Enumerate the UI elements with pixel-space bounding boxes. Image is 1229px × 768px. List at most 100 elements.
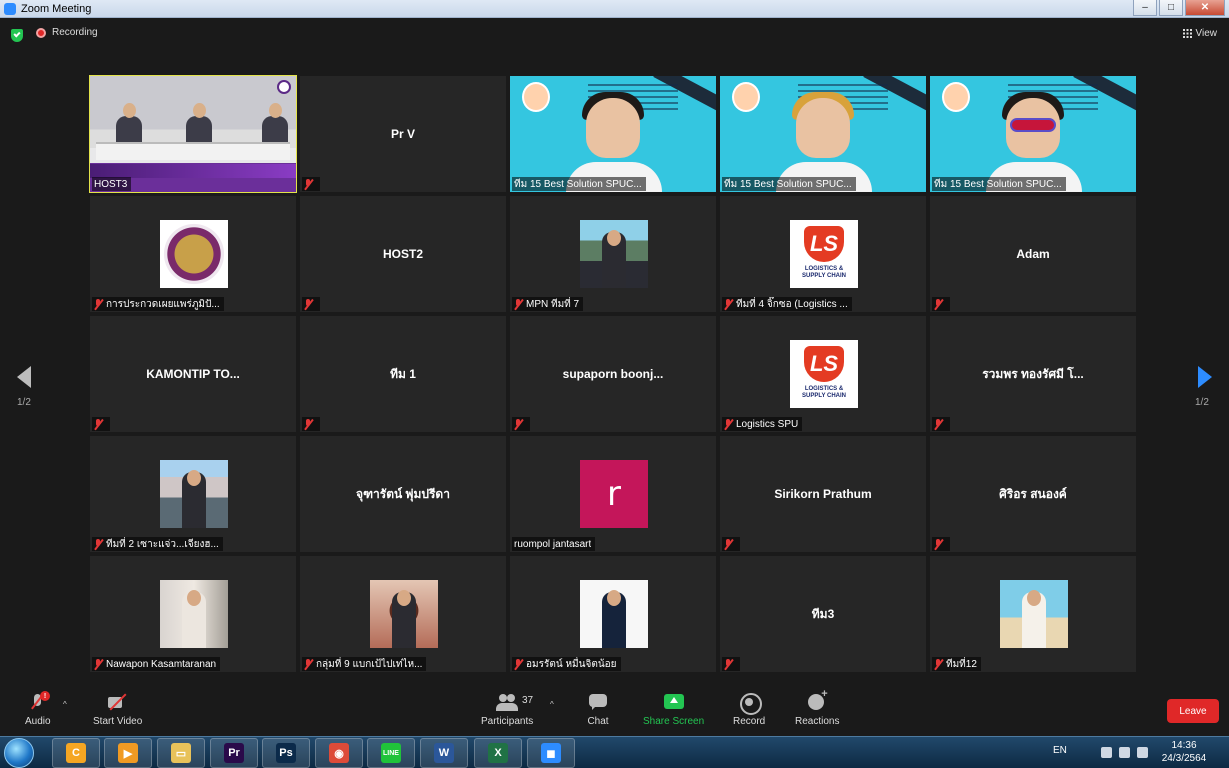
taskbar-app-photoshop[interactable]: Ps <box>262 738 310 768</box>
participant-tile[interactable]: Nawapon Kasamtaranan <box>90 556 296 672</box>
taskbar-app-media-player[interactable]: ▶ <box>104 738 152 768</box>
taskbar-app-chrome[interactable]: ◉ <box>315 738 363 768</box>
participant-tile[interactable]: ทีม 15 Best Solution SPUC... <box>510 76 716 192</box>
participant-tile[interactable]: supaporn boonj... <box>510 316 716 432</box>
participant-tile[interactable]: รวมพร ทองรัศมี โ... <box>930 316 1136 432</box>
photoshop-icon: Ps <box>276 743 296 763</box>
view-button[interactable]: View <box>1182 28 1217 39</box>
muted-mic-icon <box>724 538 733 550</box>
ccleaner-icon: C <box>66 743 86 763</box>
taskbar-app-file-explorer[interactable]: ▭ <box>157 738 205 768</box>
clock-date: 24/3/2564 <box>1161 753 1207 764</box>
participant-tile[interactable]: HOST3 <box>89 75 297 193</box>
participant-tile[interactable]: จุฑารัตน์ พุ่มปรีดา <box>300 436 506 552</box>
participant-video-feed <box>720 76 926 192</box>
start-video-button[interactable]: Start Video <box>93 692 142 727</box>
participant-caption <box>302 177 320 191</box>
taskbar-app-word[interactable]: W <box>420 738 468 768</box>
seal-avatar <box>160 220 228 288</box>
participant-tile[interactable]: Sirikorn Prathum <box>720 436 926 552</box>
memoji-avatar-icon <box>522 82 550 112</box>
chat-icon <box>587 692 609 712</box>
participant-tile[interactable]: LS LOGISTICS & SUPPLY CHAIN Logistics SPU <box>720 316 926 432</box>
network-icon[interactable] <box>1137 747 1148 758</box>
meeting-toolbar: Audio ^ Start Video Participants ^ Chat … <box>0 688 1229 736</box>
previous-page-arrow-icon[interactable] <box>17 366 31 388</box>
audio-label: Audio <box>25 716 51 727</box>
next-page-arrow-icon[interactable] <box>1198 366 1212 388</box>
participant-caption-name: MPN ทีมที่ 7 <box>526 298 580 310</box>
line-icon: LINE <box>381 743 401 763</box>
participant-tile[interactable]: กลุ่มที่ 9 แบกเป้ไปเท่ไห... <box>300 556 506 672</box>
participant-name: KAMONTIP TO... <box>146 367 240 381</box>
participant-caption: ทีม 15 Best Solution SPUC... <box>512 177 646 191</box>
taskbar-app-excel[interactable]: X <box>474 738 522 768</box>
taskbar-app-zoom[interactable]: ◼ <box>527 738 575 768</box>
logo-line2: SUPPLY CHAIN <box>801 393 846 399</box>
security-shield-icon[interactable] <box>11 29 23 42</box>
participant-video-feed <box>930 76 1136 192</box>
participant-tile[interactable]: KAMONTIP TO... <box>90 316 296 432</box>
file-explorer-icon: ▭ <box>171 743 191 763</box>
participant-caption-name: ทีมที่12 <box>946 658 977 670</box>
start-button-icon[interactable] <box>4 738 34 768</box>
participant-tile[interactable]: ทีมที่ 2 เซาะแจ่ว...เจียงฮ... <box>90 436 296 552</box>
participant-tile[interactable]: MPN ทีมที่ 7 <box>510 196 716 312</box>
participants-options-caret-icon[interactable]: ^ <box>550 700 554 709</box>
taskbar-app-line[interactable]: LINE <box>367 738 415 768</box>
participant-tile[interactable]: Adam <box>930 196 1136 312</box>
host-video-feed <box>90 76 296 192</box>
audio-options-caret-icon[interactable]: ^ <box>63 700 67 709</box>
participant-tile[interactable]: r ruompol jantasart <box>510 436 716 552</box>
chat-button[interactable]: Chat <box>587 692 609 727</box>
logo-line2: SUPPLY CHAIN <box>801 273 846 279</box>
participant-tile[interactable]: LS LOGISTICS & SUPPLY CHAIN ทีมที่ 4 จิ๊กซอ… <box>720 196 926 312</box>
participant-name: supaporn boonj... <box>562 367 664 381</box>
record-button[interactable]: Record <box>733 692 765 727</box>
taskbar-app-premiere[interactable]: Pr <box>210 738 258 768</box>
participant-caption: ทีม 15 Best Solution SPUC... <box>722 177 856 191</box>
reactions-button[interactable]: Reactions <box>795 688 839 727</box>
participant-tile[interactable]: ทีมที่12 <box>930 556 1136 672</box>
clock[interactable]: 14:36 24/3/2564 <box>1159 739 1209 765</box>
letter-avatar: r <box>580 460 648 528</box>
record-label: Record <box>733 716 766 727</box>
participant-caption-name: ทีม 15 Best Solution SPUC... <box>934 178 1062 190</box>
zoom-window: Zoom Meeting ‒ □ ✕ Recording View HOST3 P… <box>0 0 1229 768</box>
share-screen-label: Share Screen <box>643 716 705 727</box>
participant-tile[interactable]: ทีม 15 Best Solution SPUC... <box>720 76 926 192</box>
participant-tile[interactable]: อมรรัตน์ หมื่นจิตน้อย <box>510 556 716 672</box>
share-screen-button[interactable]: Share Screen <box>643 692 704 727</box>
audio-alert-badge: ! <box>40 691 50 701</box>
record-dot-icon <box>36 27 46 38</box>
participant-tile[interactable]: ทีม 1 <box>300 316 506 432</box>
clock-time: 14:36 <box>1171 740 1197 751</box>
participant-name: ทีม3 <box>811 606 835 621</box>
participant-name: Sirikorn Prathum <box>774 487 872 501</box>
participant-tile[interactable]: การประกวดเผยแพร่ภูมิปั... <box>90 196 296 312</box>
participant-name: Pr V <box>390 127 415 141</box>
ls-logo-icon: LS <box>804 346 844 382</box>
recording-indicator[interactable]: Recording <box>36 27 98 38</box>
close-icon[interactable]: ✕ <box>1185 0 1225 16</box>
participants-label: Participants <box>481 716 534 727</box>
muted-mic-icon <box>94 298 103 310</box>
participant-tile[interactable]: Pr V <box>300 76 506 192</box>
participant-caption <box>932 417 950 431</box>
taskbar-app-ccleaner[interactable]: C <box>52 738 100 768</box>
leave-button[interactable]: Leave <box>1167 699 1219 723</box>
participant-name: รวมพร ทองรัศมี โ... <box>982 366 1084 381</box>
language-indicator[interactable]: EN <box>1053 745 1067 756</box>
participant-caption-name: ทีมที่ 4 จิ๊กซอ (Logistics ... <box>736 298 848 310</box>
volume-icon[interactable] <box>1119 747 1130 758</box>
participant-tile[interactable]: ทีม3 <box>720 556 926 672</box>
maximize-icon[interactable]: □ <box>1159 0 1183 16</box>
reactions-icon <box>806 688 828 712</box>
action-center-flag-icon[interactable] <box>1101 747 1112 758</box>
participant-tile[interactable]: HOST2 <box>300 196 506 312</box>
minimize-icon[interactable]: ‒ <box>1133 0 1157 16</box>
memoji-avatar-icon <box>942 82 970 112</box>
muted-mic-icon <box>724 298 733 310</box>
participant-tile[interactable]: ศิริอร สนองค์ <box>930 436 1136 552</box>
participant-tile[interactable]: ทีม 15 Best Solution SPUC... <box>930 76 1136 192</box>
